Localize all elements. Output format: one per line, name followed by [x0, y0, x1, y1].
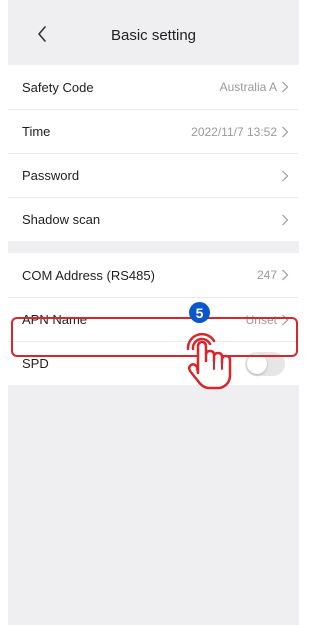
setting-row-password[interactable]: Password — [8, 153, 299, 197]
setting-row-safety-code[interactable]: Safety Code Australia A — [8, 65, 299, 109]
chevron-right-icon — [282, 214, 289, 225]
tap-hand-icon — [186, 332, 232, 390]
setting-label: Time — [22, 124, 51, 139]
setting-value: 247 — [256, 268, 277, 282]
chevron-right-icon — [282, 314, 289, 325]
setting-row-time[interactable]: Time 2022/11/7 13:52 — [8, 109, 299, 153]
app-screen: Basic setting Safety Code Australia A Ti… — [8, 0, 299, 625]
chevron-right-icon — [282, 81, 289, 93]
chevron-right-icon — [282, 269, 289, 281]
chevron-right-icon — [282, 126, 289, 137]
setting-label: APN Name — [22, 312, 88, 327]
setting-label: Password — [22, 168, 80, 183]
setting-label: COM Address (RS485) — [22, 267, 155, 283]
settings-group-communication: COM Address (RS485) 247 APN Name Unset S… — [8, 253, 299, 385]
setting-row-shadow-scan[interactable]: Shadow scan — [8, 197, 299, 241]
setting-label: Safety Code — [22, 79, 94, 95]
setting-value: 2022/11/7 13:52 — [191, 124, 277, 139]
setting-value: Unset — [245, 312, 277, 327]
nav-bar: Basic setting — [8, 0, 299, 64]
setting-value: Australia A — [219, 80, 277, 94]
chevron-right-icon — [282, 170, 289, 181]
setting-label: Shadow scan — [22, 212, 101, 227]
setting-row-spd: SPD — [8, 341, 299, 385]
setting-row-apn-name[interactable]: APN Name Unset — [8, 297, 299, 341]
settings-group-general: Safety Code Australia A Time 2022/11/7 1… — [8, 65, 299, 241]
page-title: Basic setting — [110, 27, 197, 44]
setting-row-com-address[interactable]: COM Address (RS485) 247 — [8, 253, 299, 297]
spd-toggle[interactable] — [245, 351, 285, 376]
step-number-badge: 5 — [189, 302, 210, 323]
toggle-knob — [247, 353, 267, 374]
